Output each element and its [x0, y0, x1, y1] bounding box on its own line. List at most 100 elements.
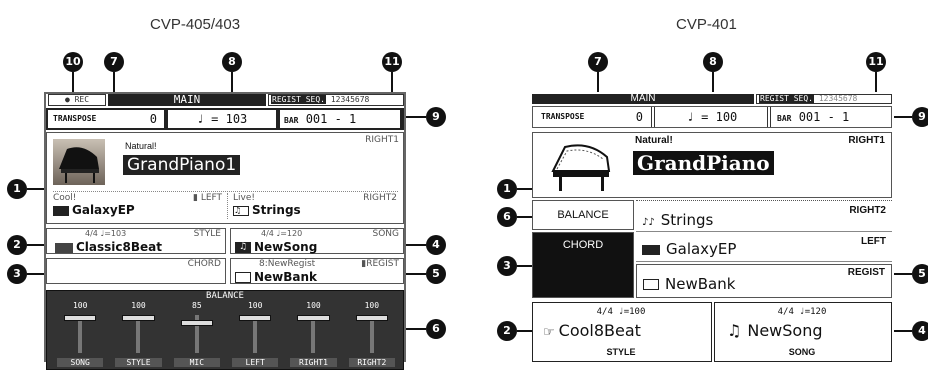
divider	[227, 193, 228, 219]
divider	[767, 107, 771, 127]
right1-category: Natural!	[125, 141, 157, 151]
fader-knob[interactable]	[180, 319, 214, 326]
callout-3: 3	[497, 256, 517, 276]
left-voice: GalaxyEP	[642, 240, 736, 258]
callout-9: 9	[912, 107, 928, 127]
callout-9: 9	[426, 107, 446, 127]
grand-piano-image	[547, 139, 617, 195]
regist-seq-indicator: REGIST SEQ. 12345678	[268, 94, 404, 106]
song-box[interactable]: 4/4 ♩=120 ♫ NewSong SONG	[714, 302, 892, 362]
balance-faders: 100 SONG 100 STYLE 85 MIC 100 LEFT 100 RIGHT1 100 R…	[51, 301, 401, 367]
callout-3: 3	[7, 264, 27, 284]
divider	[53, 191, 398, 192]
transpose-label: TRANSPOSE	[541, 112, 585, 121]
rec-indicator[interactable]: ● REC	[48, 94, 106, 106]
right1-label: RIGHT1	[848, 135, 885, 146]
leader-line	[404, 273, 426, 275]
main-display-cvp405: ● REC MAIN REGIST SEQ. 12345678 TRANSPOS…	[44, 92, 406, 370]
tempo-field[interactable]: ♩ = 103	[168, 110, 276, 128]
balance-channel-name: RIGHT1	[290, 358, 337, 367]
regist-box[interactable]: 8:NewRegist ▮REGIST NewBank	[230, 258, 404, 284]
balance-channel-value: 85	[192, 301, 202, 310]
leader-line	[517, 216, 533, 218]
balance-channel-value: 100	[247, 301, 263, 310]
chord-box[interactable]: CHORD	[46, 258, 226, 284]
style-name: ☞ Cool8Beat	[543, 321, 641, 340]
regist-row[interactable]: NewBank REGIST	[636, 264, 892, 298]
transpose-field[interactable]: TRANSPOSE 0	[48, 110, 164, 128]
left-voice[interactable]: GalaxyEP	[53, 203, 135, 217]
style-box[interactable]: 4/4 ♩=100 ☞ Cool8Beat STYLE	[532, 302, 712, 362]
callout-2: 2	[497, 321, 517, 341]
song-label: SONG	[372, 229, 399, 239]
regist-seq-value: 12345678	[330, 95, 370, 104]
song-box[interactable]: 4/4 ♩=120 SONG ♫ NewSong	[230, 228, 404, 254]
bar-value: 001 - 1	[305, 112, 357, 126]
fader-knob[interactable]	[355, 315, 389, 321]
bar-field[interactable]: BAR 001 - 1	[777, 109, 889, 125]
leader-line	[391, 72, 393, 94]
left-row[interactable]: GalaxyEP LEFT	[636, 234, 892, 262]
grand-piano-image	[53, 139, 105, 185]
bar-field[interactable]: BAR 001 - 1	[280, 110, 400, 128]
right1-voice-name: GrandPiano	[633, 151, 774, 175]
balance-channel[interactable]: 85 MIC	[173, 301, 220, 367]
fader-knob[interactable]	[122, 315, 155, 321]
right2-voice: ♪♪ Strings	[642, 211, 714, 229]
right1-voice-name[interactable]: GrandPiano1	[123, 155, 241, 175]
fader-knob[interactable]	[238, 315, 272, 321]
fader-knob[interactable]	[297, 315, 330, 321]
balance-label: BALANCE	[206, 291, 244, 301]
style-meta: 4/4 ♩=100	[596, 307, 646, 317]
divider	[651, 107, 655, 127]
right1-box[interactable]: Natural! RIGHT1 GrandPiano	[532, 132, 892, 198]
regist-meta: 8:NewRegist	[259, 259, 316, 269]
balance-panel: BALANCE 100 SONG 100 STYLE 85 MIC 100 LEFT 100 RI…	[46, 290, 404, 370]
left-part-label: ▮ LEFT	[193, 193, 223, 203]
style-icon: ☞	[543, 325, 555, 340]
callout-10: 10	[63, 52, 83, 72]
balance-channel[interactable]: 100 STYLE	[115, 301, 162, 367]
song-name: ♫ NewSong	[727, 321, 823, 340]
chord-button[interactable]: CHORD	[532, 232, 634, 298]
leader-line	[517, 330, 533, 332]
tempo-field[interactable]: ♩ = 100	[659, 109, 765, 125]
style-meta: 4/4 ♩=103	[85, 229, 127, 238]
right2-voice[interactable]: ♫ Strings	[233, 203, 301, 217]
regist-bank: NewBank	[235, 270, 317, 284]
callout-5: 5	[426, 264, 446, 284]
right2-category: Live!	[233, 193, 255, 203]
right2-row[interactable]: ♪♪ Strings RIGHT2	[636, 200, 892, 232]
header-row: MAIN REGIST SEQ. 12345678	[532, 92, 892, 106]
regist-label: REGIST	[847, 267, 885, 278]
music-note-icon: ♫	[235, 242, 251, 253]
leader-line	[404, 244, 426, 246]
callout-6: 6	[497, 207, 517, 227]
right1-label: RIGHT1	[365, 135, 399, 145]
page-title: MAIN	[108, 94, 266, 106]
chord-label: CHORD	[187, 259, 221, 269]
style-icon	[55, 242, 73, 253]
balance-channel[interactable]: 100 RIGHT2	[348, 301, 395, 367]
balance-channel-name: LEFT	[232, 358, 279, 367]
balance-channel-name: RIGHT2	[348, 358, 395, 367]
fader-knob[interactable]	[63, 315, 97, 321]
callout-8: 8	[703, 52, 723, 72]
regist-seq-label: REGIST SEQ.	[271, 95, 326, 104]
transpose-field[interactable]: TRANSPOSE 0	[537, 109, 649, 125]
transpose-value: 0	[149, 112, 157, 126]
voice-panel: RIGHT1 Natural! GrandPiano1 Cool! ▮ LEFT…	[46, 132, 404, 224]
balance-channel[interactable]: 100 LEFT	[232, 301, 279, 367]
song-label: SONG	[788, 347, 816, 357]
header-row: ● REC MAIN REGIST SEQ. 12345678	[46, 94, 404, 106]
balance-channel[interactable]: 100 SONG	[57, 301, 104, 367]
regist-seq-label: REGIST SEQ.	[759, 94, 814, 103]
leader-line	[517, 265, 533, 267]
leader-line	[404, 116, 426, 118]
balance-channel[interactable]: 100 RIGHT1	[290, 301, 337, 367]
style-box[interactable]: 4/4 ♩=103 STYLE Classic8Beat	[46, 228, 226, 254]
main-display-cvp401: MAIN REGIST SEQ. 12345678 TRANSPOSE 0 ♩ =…	[532, 92, 894, 362]
right1-category: Natural!	[635, 135, 673, 146]
strings-icon: ♪♪	[642, 217, 655, 228]
balance-button[interactable]: BALANCE	[532, 200, 634, 230]
